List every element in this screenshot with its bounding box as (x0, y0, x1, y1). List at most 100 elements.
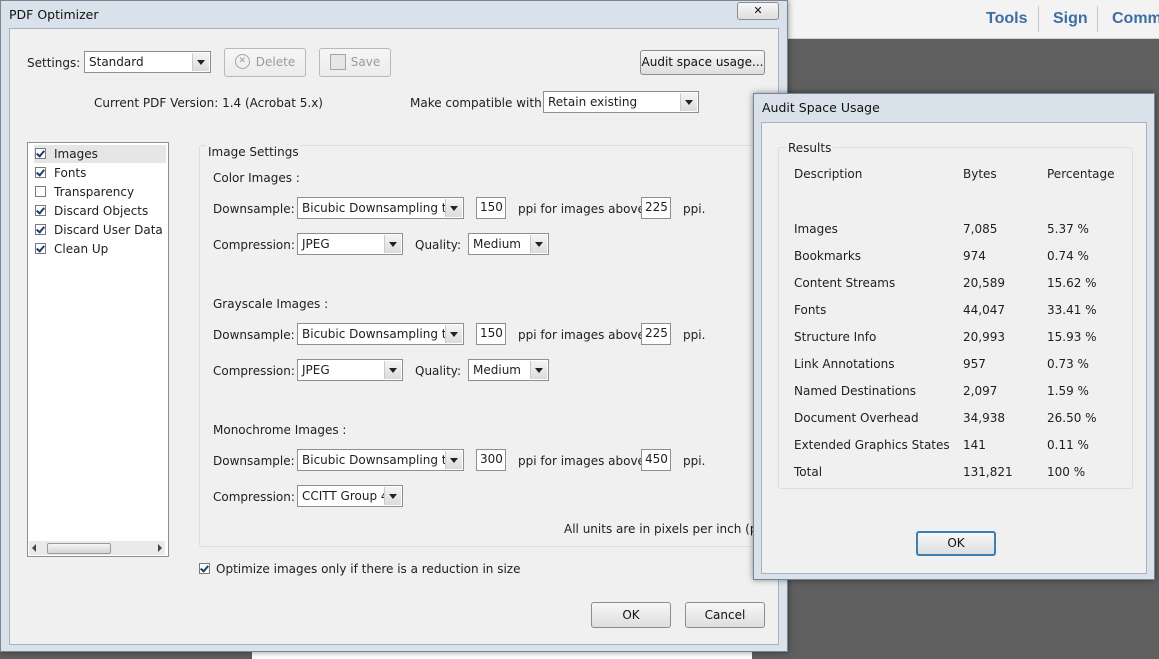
delete-label: Delete (255, 55, 296, 69)
grayscale-ppi-field[interactable]: 150 (476, 323, 506, 345)
grayscale-compression-dropdown[interactable]: JPEG (297, 359, 403, 381)
transparency-checkbox[interactable] (35, 186, 46, 197)
compression-label: Compression: (213, 364, 295, 378)
close-button[interactable]: ✕ (737, 2, 779, 20)
grayscale-above-field[interactable]: 225 (641, 323, 671, 345)
settings-dropdown[interactable]: Standard (84, 51, 211, 73)
chevron-down-icon (680, 93, 697, 111)
color-images-heading: Color Images : (213, 171, 300, 185)
color-compression-dropdown[interactable]: JPEG (297, 233, 403, 255)
row-bytes: 974 (963, 249, 986, 263)
clean-up-checkbox[interactable] (35, 243, 46, 254)
chevron-down-icon (192, 53, 209, 71)
downsample-label: Downsample: (213, 454, 295, 468)
color-quality-value: Medium (473, 237, 521, 251)
row-percentage: 0.74 % (1047, 249, 1089, 263)
compatibility-dropdown[interactable]: Retain existing (543, 91, 699, 113)
save-button[interactable]: Save (319, 48, 391, 77)
dialog-body: Settings: Standard ✕ Delete Save Audit sp… (9, 28, 779, 645)
color-compression-value: JPEG (302, 237, 330, 251)
grayscale-downsample-value: Bicubic Downsampling to (302, 327, 454, 341)
compatibility-value: Retain existing (548, 95, 638, 109)
ppi-label: ppi. (683, 328, 706, 342)
chevron-down-icon (445, 451, 462, 469)
grayscale-downsample-dropdown[interactable]: Bicubic Downsampling to (297, 323, 464, 345)
list-item-label: Transparency (54, 185, 135, 199)
chevron-down-icon (445, 325, 462, 343)
downsample-label: Downsample: (213, 328, 295, 342)
cancel-label: Cancel (704, 608, 746, 622)
row-description: Document Overhead (794, 411, 919, 425)
optimize-only-checkbox[interactable] (199, 563, 210, 574)
compression-label: Compression: (213, 490, 295, 504)
list-item-discard-user-data[interactable]: Discard User Data (34, 221, 166, 239)
row-description: Named Destinations (794, 384, 916, 398)
app-toolbar: Tools Sign Comm (760, 0, 1159, 39)
row-bytes: 131,821 (963, 465, 1013, 479)
monochrome-images-heading: Monochrome Images : (213, 423, 347, 437)
ppi-above-label: ppi for images above (518, 202, 645, 216)
row-percentage: 0.73 % (1047, 357, 1089, 371)
compatible-label: Make compatible with: (410, 96, 546, 110)
delete-button[interactable]: ✕ Delete (224, 48, 306, 77)
scrollbar-thumb[interactable] (47, 543, 111, 554)
row-description: Images (794, 222, 838, 236)
scroll-right-icon[interactable] (158, 544, 162, 552)
scroll-left-icon[interactable] (32, 544, 36, 552)
discard-user-data-checkbox[interactable] (35, 224, 46, 235)
color-quality-dropdown[interactable]: Medium (468, 233, 549, 255)
list-item-images[interactable]: Images (34, 145, 166, 163)
current-pdf-version: Current PDF Version: 1.4 (Acrobat 5.x) (94, 96, 323, 110)
monochrome-above-field[interactable]: 450 (641, 449, 671, 471)
sign-link[interactable]: Sign (1053, 10, 1088, 28)
optimize-only-label: Optimize images only if there is a reduc… (216, 562, 521, 576)
color-downsample-dropdown[interactable]: Bicubic Downsampling to (297, 197, 464, 219)
cancel-button[interactable]: Cancel (685, 602, 765, 628)
row-percentage: 100 % (1047, 465, 1086, 479)
list-item-label: Images (54, 147, 98, 161)
row-description: Fonts (794, 303, 827, 317)
audit-ok-label: OK (947, 536, 965, 550)
quality-label: Quality: (415, 238, 462, 252)
list-item-transparency[interactable]: Transparency (34, 183, 166, 201)
horizontal-scrollbar[interactable] (29, 541, 165, 555)
image-settings-title: Image Settings (206, 145, 301, 159)
monochrome-compression-dropdown[interactable]: CCITT Group 4 (297, 485, 403, 507)
images-checkbox[interactable] (35, 148, 46, 159)
monochrome-downsample-value: Bicubic Downsampling to (302, 453, 454, 467)
audit-ok-button[interactable]: OK (916, 531, 996, 556)
header-bytes: Bytes (963, 167, 997, 181)
audit-space-usage-dialog: Audit Space Usage Results Description By… (753, 93, 1155, 580)
audit-dialog-body: Results Description Bytes Percentage Ima… (761, 122, 1147, 574)
color-above-field[interactable]: 225 (641, 197, 671, 219)
discard-objects-checkbox[interactable] (35, 205, 46, 216)
row-bytes: 957 (963, 357, 986, 371)
audit-label: Audit space usage... (641, 55, 764, 69)
list-item-discard-objects[interactable]: Discard Objects (34, 202, 166, 220)
ppi-label: ppi. (683, 454, 706, 468)
audit-dialog-title: Audit Space Usage (762, 100, 880, 115)
ok-button[interactable]: OK (591, 602, 671, 628)
row-bytes: 20,993 (963, 330, 1005, 344)
row-description: Link Annotations (794, 357, 895, 371)
row-description: Extended Graphics States (794, 438, 950, 452)
row-description: Bookmarks (794, 249, 862, 263)
monochrome-downsample-dropdown[interactable]: Bicubic Downsampling to (297, 449, 464, 471)
fonts-checkbox[interactable] (35, 167, 46, 178)
audit-space-usage-button[interactable]: Audit space usage... (640, 50, 765, 75)
list-item-label: Discard User Data (54, 223, 163, 237)
row-percentage: 33.41 % (1047, 303, 1097, 317)
list-item-fonts[interactable]: Fonts (34, 164, 166, 182)
grayscale-images-heading: Grayscale Images : (213, 297, 329, 311)
grayscale-quality-value: Medium (473, 363, 521, 377)
grayscale-quality-dropdown[interactable]: Medium (468, 359, 549, 381)
monochrome-ppi-field[interactable]: 300 (476, 449, 506, 471)
color-ppi-field[interactable]: 150 (476, 197, 506, 219)
tools-link[interactable]: Tools (986, 10, 1027, 28)
list-item-clean-up[interactable]: Clean Up (34, 240, 166, 258)
list-item-label: Fonts (54, 166, 87, 180)
row-bytes: 141 (963, 438, 986, 452)
row-bytes: 2,097 (963, 384, 998, 398)
toolbar-separator (1097, 6, 1098, 32)
comment-link[interactable]: Comm (1112, 10, 1159, 28)
